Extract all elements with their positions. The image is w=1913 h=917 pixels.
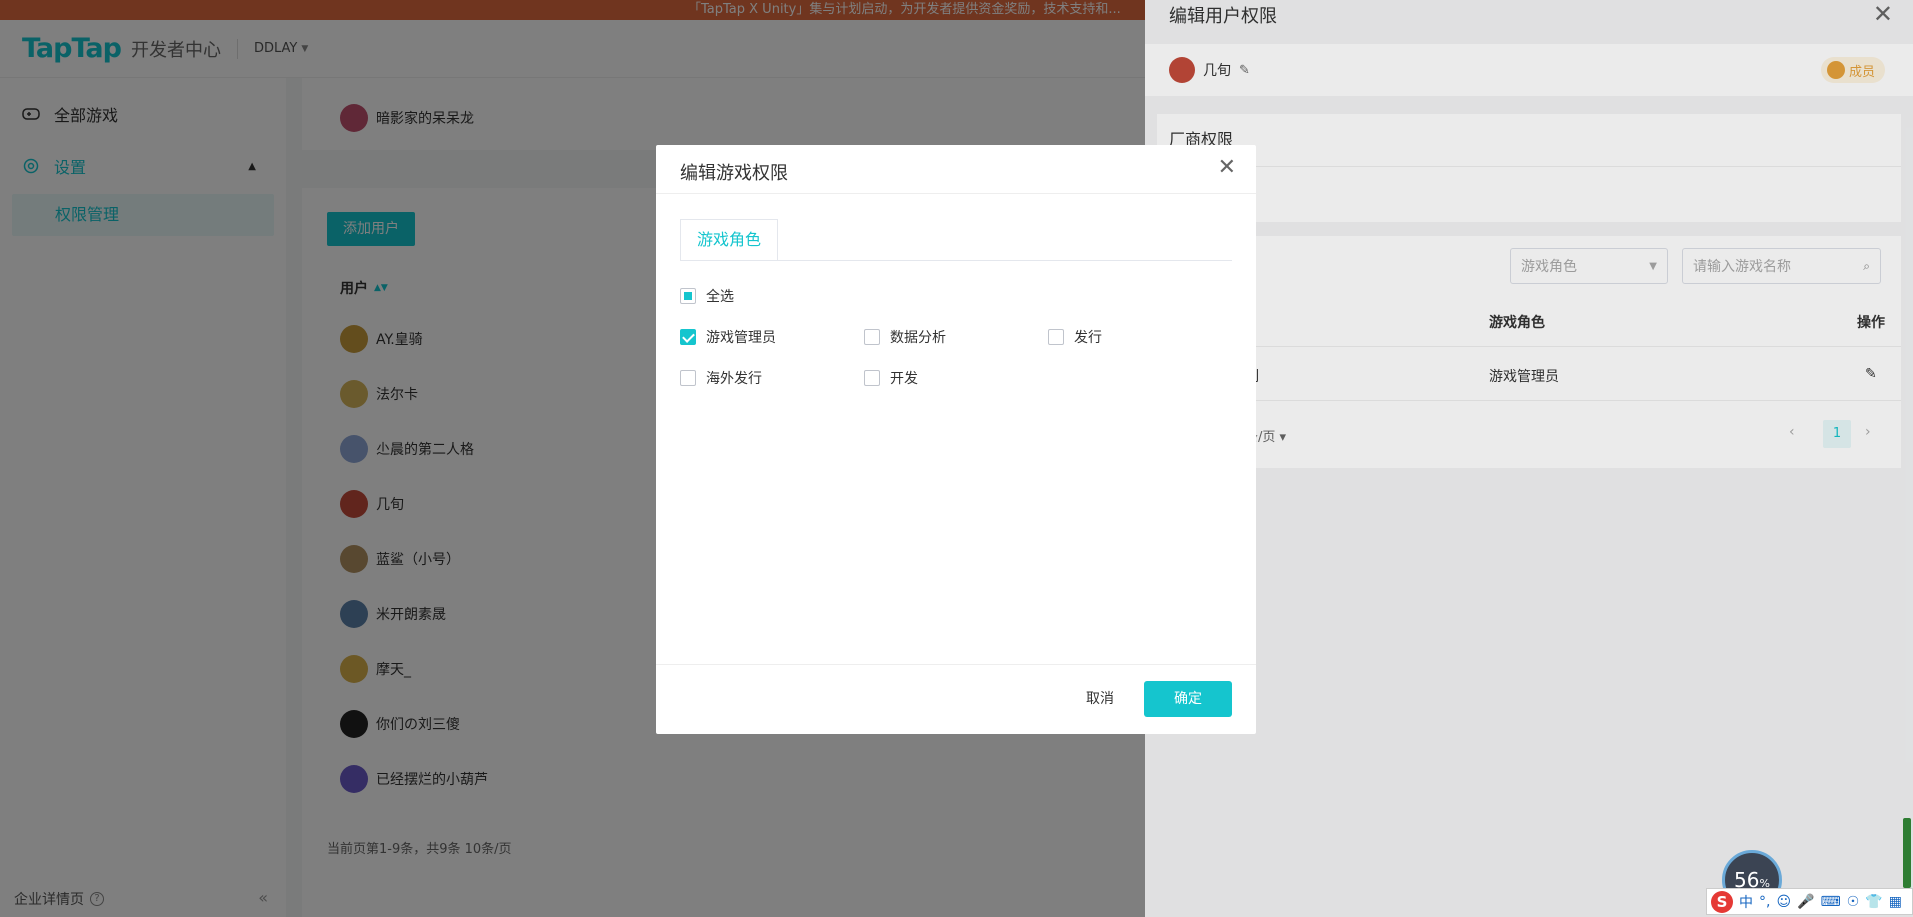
mic-icon[interactable]: 🎤: [1797, 894, 1814, 910]
cancel-button[interactable]: 取消: [1056, 681, 1144, 717]
checkbox-develop[interactable]: 开发: [864, 368, 918, 388]
ime-mode[interactable]: 中: [1739, 892, 1753, 912]
keyboard-icon[interactable]: ⌨: [1821, 894, 1841, 910]
divider: [656, 193, 1256, 194]
close-icon[interactable]: ✕: [1218, 155, 1236, 180]
checkbox-publish[interactable]: 发行: [1048, 327, 1102, 347]
skin-icon[interactable]: 👕: [1865, 894, 1882, 910]
confirm-button[interactable]: 确定: [1144, 681, 1232, 717]
modal-title: 编辑游戏权限: [680, 163, 788, 184]
checkbox-game-admin[interactable]: 游戏管理员: [680, 327, 776, 347]
checkbox-unchecked: [864, 370, 880, 386]
emoji-icon[interactable]: ☺: [1776, 894, 1791, 910]
drawer-dim: [1145, 0, 1913, 917]
checkbox-data-analysis[interactable]: 数据分析: [864, 327, 946, 347]
checkbox-overseas-publish[interactable]: 海外发行: [680, 368, 762, 388]
select-all-checkbox[interactable]: 全选: [680, 286, 734, 306]
edit-game-permission-modal: 编辑游戏权限 ✕ 游戏角色 全选 游戏管理员 数据分析 发行 海外发行 开发 取…: [656, 145, 1256, 734]
checkbox-unchecked: [864, 329, 880, 345]
tab-underline: [680, 260, 1232, 261]
checkbox-checked: [680, 329, 696, 345]
checkbox-indeterminate: [680, 288, 696, 304]
sogou-logo-icon: S: [1711, 890, 1733, 913]
divider: [656, 664, 1256, 665]
checkbox-unchecked: [680, 370, 696, 386]
grid-icon[interactable]: ▦: [1889, 894, 1902, 910]
checkbox-unchecked: [1048, 329, 1064, 345]
punctuation-icon[interactable]: °,: [1759, 894, 1770, 910]
level-meter: [1903, 818, 1911, 888]
tab-game-role[interactable]: 游戏角色: [680, 219, 779, 261]
user-icon[interactable]: ☉: [1847, 894, 1860, 910]
ime-toolbar[interactable]: S 中 °, ☺ 🎤 ⌨ ☉ 👕 ▦: [1706, 888, 1913, 915]
